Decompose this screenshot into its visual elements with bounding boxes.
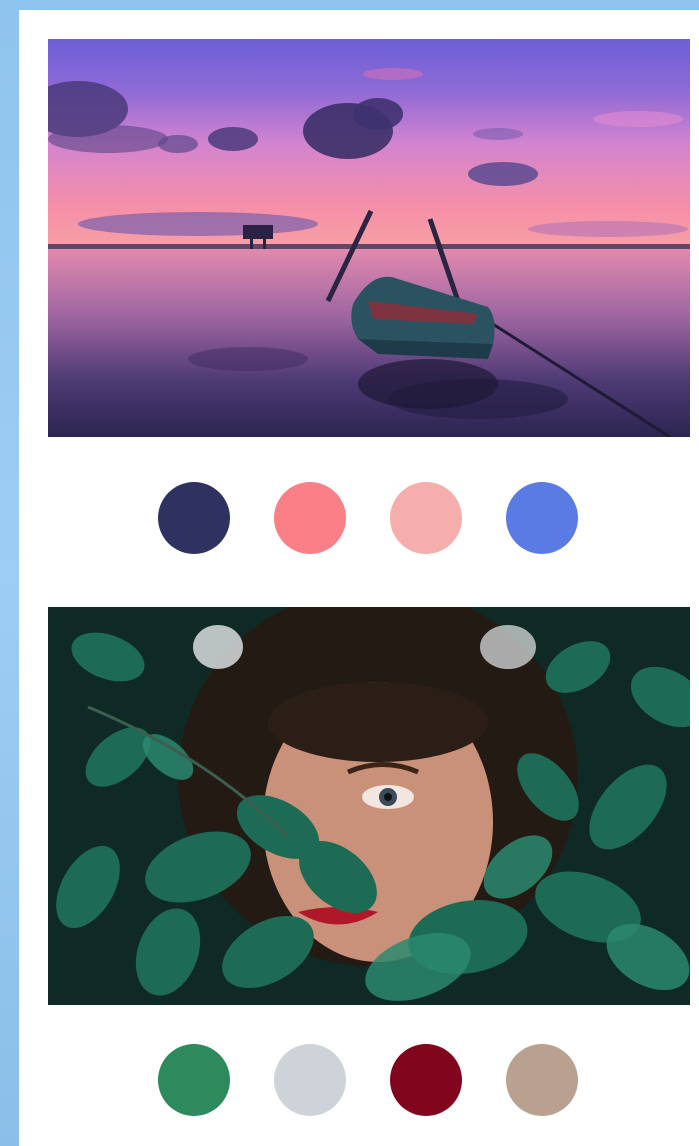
emerald-swatch — [158, 1044, 230, 1116]
royal-blue-swatch — [506, 482, 578, 554]
blush-swatch — [390, 482, 462, 554]
taupe-swatch — [506, 1044, 578, 1116]
leaves-swatch-row — [19, 1044, 699, 1116]
burgundy-swatch — [390, 1044, 462, 1116]
navy-swatch — [158, 482, 230, 554]
sunset-swatch-row — [19, 482, 699, 554]
coral-swatch — [274, 482, 346, 554]
light-gray-swatch — [274, 1044, 346, 1116]
palette-card — [19, 10, 699, 1146]
sunset-boat-photo — [48, 39, 690, 437]
woman-leaves-photo — [48, 607, 690, 1005]
